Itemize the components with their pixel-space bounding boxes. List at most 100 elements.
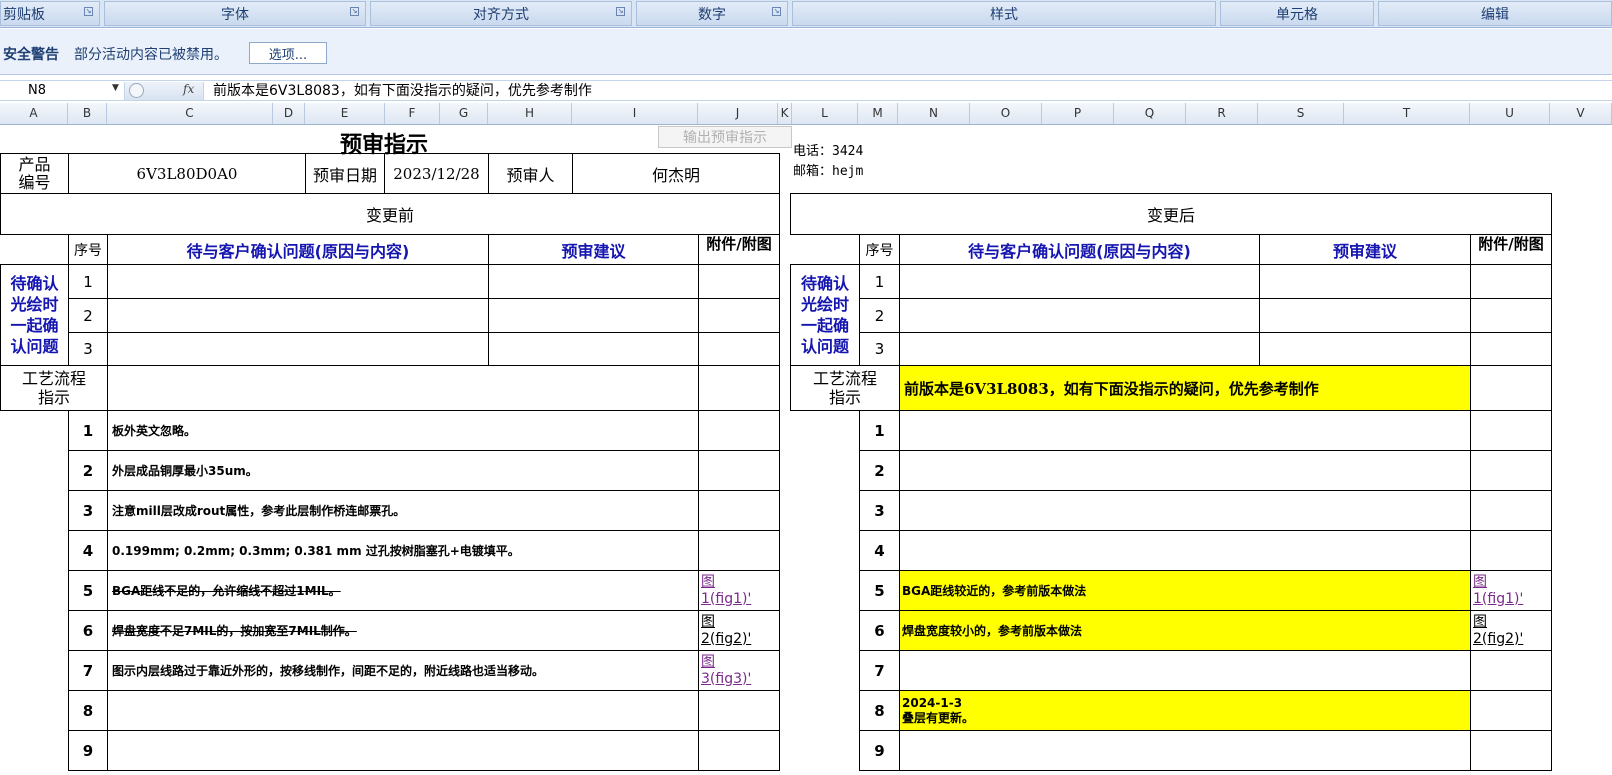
column-header[interactable]: G	[440, 103, 488, 124]
column-header[interactable]: J	[698, 103, 778, 124]
confirm-advice-cell[interactable]	[488, 332, 699, 366]
row-attach[interactable]: 图 2(fig2)'	[1470, 610, 1552, 651]
ribbon-group-alignment[interactable]: 对齐方式 ↘	[370, 1, 632, 26]
column-header[interactable]: D	[273, 103, 305, 124]
row-text[interactable]	[107, 690, 699, 731]
insert-function-icon[interactable]: fx	[183, 82, 194, 96]
column-header[interactable]: N	[898, 103, 970, 124]
reviewer-name[interactable]: 何杰明	[572, 153, 780, 194]
figure-link[interactable]: 2(fig2)'	[1473, 631, 1523, 648]
row-attach[interactable]: 图 1(fig1)'	[1470, 570, 1552, 611]
row-text[interactable]: 图示内层线路过于靠近外形的，按移线制作，间距不足的，附近线路也适当移动。	[107, 650, 699, 691]
row-text[interactable]: 焊盘宽度较小的，参考前版本做法	[899, 610, 1471, 651]
confirm-question-cell[interactable]	[107, 298, 489, 333]
figure-link[interactable]: 图	[1473, 614, 1487, 631]
confirm-attach-cell[interactable]	[1470, 298, 1552, 333]
column-header[interactable]: K	[778, 103, 792, 124]
row-text[interactable]: 2024-1-3 叠层有更新。	[899, 690, 1471, 731]
column-header[interactable]: A	[0, 103, 68, 124]
row-text[interactable]: BGA距线较近的，参考前版本做法	[899, 570, 1471, 611]
row-text[interactable]	[899, 530, 1471, 571]
confirm-question-cell[interactable]	[107, 332, 489, 366]
dialog-launcher-icon[interactable]: ↘	[350, 7, 359, 16]
process-attach-cell[interactable]	[698, 365, 780, 411]
row-text[interactable]	[899, 650, 1471, 691]
confirm-attach-cell[interactable]	[698, 298, 780, 333]
dialog-launcher-icon[interactable]: ↘	[772, 7, 781, 16]
row-attach[interactable]	[698, 450, 780, 491]
ribbon-group-number[interactable]: 数字 ↘	[636, 1, 788, 26]
figure-link[interactable]: 1(fig1)'	[1473, 591, 1523, 608]
row-attach[interactable]: 图 2(fig2)'	[698, 610, 780, 651]
row-attach[interactable]	[698, 730, 780, 771]
confirm-attach-cell[interactable]	[1470, 264, 1552, 299]
column-header[interactable]: C	[107, 103, 273, 124]
row-attach[interactable]	[1470, 410, 1552, 451]
figure-link[interactable]: 图	[701, 654, 715, 671]
row-attach[interactable]	[1470, 530, 1552, 571]
ribbon-group-cells[interactable]: 单元格	[1220, 1, 1374, 26]
confirm-advice-cell[interactable]	[1259, 332, 1471, 366]
row-attach[interactable]	[698, 410, 780, 451]
dialog-launcher-icon[interactable]: ↘	[84, 7, 93, 16]
row-attach[interactable]	[1470, 690, 1552, 731]
ribbon-group-styles[interactable]: 样式	[792, 1, 1216, 26]
row-text[interactable]: 0.199mm; 0.2mm; 0.3mm; 0.381 mm 过孔按树脂塞孔+…	[107, 530, 699, 571]
chevron-down-icon[interactable]: ▼	[112, 83, 119, 93]
row-text[interactable]: 外层成品铜厚最小35um。	[107, 450, 699, 491]
column-header[interactable]: O	[970, 103, 1042, 124]
column-header[interactable]: V	[1550, 103, 1612, 124]
confirm-advice-cell[interactable]	[1259, 298, 1471, 333]
row-text[interactable]	[899, 490, 1471, 531]
dialog-launcher-icon[interactable]: ↘	[616, 7, 625, 16]
ribbon-group-font[interactable]: 字体 ↘	[104, 1, 366, 26]
column-header[interactable]: Q	[1114, 103, 1186, 124]
row-text[interactable]: 板外英文忽略。	[107, 410, 699, 451]
review-date[interactable]: 2023/12/28	[384, 153, 489, 194]
figure-link[interactable]: 1(fig1)'	[701, 591, 751, 608]
ribbon-group-editing[interactable]: 编辑	[1378, 1, 1612, 26]
column-header[interactable]: E	[305, 103, 385, 124]
confirm-question-cell[interactable]	[899, 264, 1260, 299]
confirm-question-cell[interactable]	[899, 332, 1260, 366]
row-text[interactable]	[899, 450, 1471, 491]
row-attach[interactable]	[698, 530, 780, 571]
confirm-attach-cell[interactable]	[698, 264, 780, 299]
confirm-advice-cell[interactable]	[488, 298, 699, 333]
column-header[interactable]: F	[385, 103, 440, 124]
options-button[interactable]: 选项...	[249, 42, 327, 64]
row-text[interactable]: 焊盘宽度不足7MIL的，按加宽至7MIL制作。	[107, 610, 699, 651]
column-header[interactable]: L	[792, 103, 858, 124]
column-header[interactable]: T	[1344, 103, 1470, 124]
figure-link[interactable]: 图	[701, 614, 715, 631]
column-header[interactable]: M	[858, 103, 898, 124]
row-text[interactable]: BGA距线不足的，允许缩线不超过1MIL。	[107, 570, 699, 611]
row-attach[interactable]: 图 1(fig1)'	[698, 570, 780, 611]
column-header[interactable]: I	[572, 103, 698, 124]
row-attach[interactable]: 图 3(fig3)'	[698, 650, 780, 691]
process-attach-cell[interactable]	[1470, 365, 1552, 411]
column-header[interactable]: U	[1470, 103, 1550, 124]
figure-link[interactable]: 3(fig3)'	[701, 671, 751, 688]
row-attach[interactable]	[1470, 730, 1552, 771]
formula-input[interactable]: 前版本是6V3L8083，如有下面没指示的疑问，优先参考制作	[213, 82, 592, 100]
row-text[interactable]	[107, 730, 699, 771]
process-instruction-cell[interactable]: 前版本是6V3L8083，如有下面没指示的疑问，优先参考制作	[899, 365, 1471, 411]
confirm-advice-cell[interactable]	[488, 264, 699, 299]
row-attach[interactable]	[698, 690, 780, 731]
confirm-question-cell[interactable]	[899, 298, 1260, 333]
confirm-question-cell[interactable]	[107, 264, 489, 299]
process-instruction-cell[interactable]	[107, 365, 699, 411]
row-text[interactable]: 注意mill层改成rout属性，参考此层制作桥连邮票孔。	[107, 490, 699, 531]
resize-handle-icon[interactable]	[129, 83, 144, 98]
figure-link[interactable]: 2(fig2)'	[701, 631, 751, 648]
column-header[interactable]: B	[68, 103, 107, 124]
ribbon-group-clipboard[interactable]: 剪贴板 ↘	[0, 1, 100, 26]
confirm-attach-cell[interactable]	[698, 332, 780, 366]
column-header[interactable]: S	[1258, 103, 1344, 124]
column-header[interactable]: R	[1186, 103, 1258, 124]
row-attach[interactable]	[1470, 490, 1552, 531]
row-attach[interactable]	[1470, 650, 1552, 691]
confirm-advice-cell[interactable]	[1259, 264, 1471, 299]
row-text[interactable]	[899, 730, 1471, 771]
